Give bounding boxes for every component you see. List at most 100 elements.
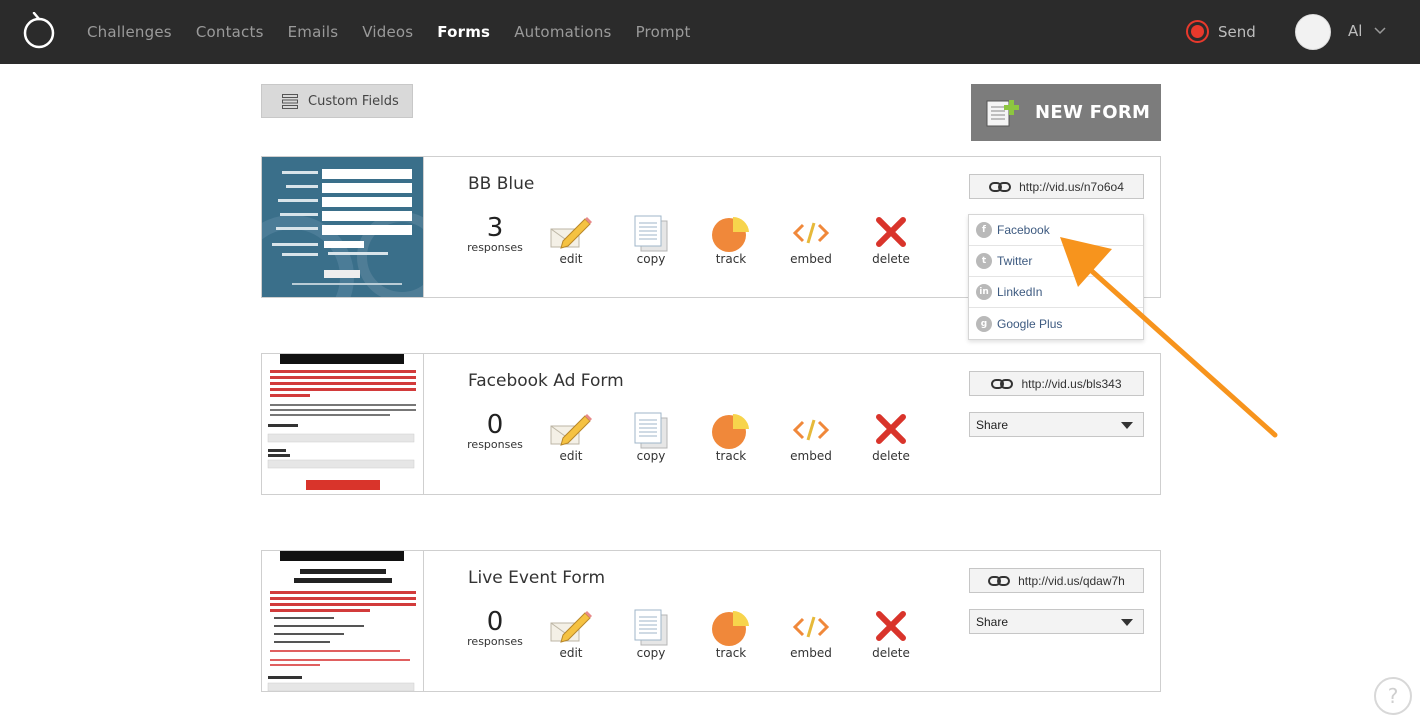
nav-forms[interactable]: Forms — [437, 23, 490, 41]
delete-x-icon — [876, 611, 906, 641]
delete-button[interactable]: delete — [861, 412, 921, 463]
track-button[interactable]: track — [701, 609, 761, 660]
delete-label: delete — [872, 646, 910, 660]
form-url: http://vid.us/bls343 — [1021, 376, 1122, 391]
share-twitter[interactable]: t Twitter — [969, 246, 1143, 277]
copy-label: copy — [636, 252, 666, 266]
embed-button[interactable]: embed — [781, 215, 841, 266]
responses-label: responses — [467, 635, 523, 648]
share-select-value: Share — [976, 615, 1009, 629]
track-button[interactable]: track — [701, 412, 761, 463]
link-icon — [988, 575, 1011, 586]
form-card-live-event: Live Event Form 0 responses edit copy tr… — [261, 550, 1161, 692]
link-icon — [989, 181, 1012, 192]
nav-emails[interactable]: Emails — [288, 23, 339, 41]
edit-label: edit — [559, 646, 583, 660]
form-thumbnail[interactable] — [262, 157, 424, 297]
pie-chart-icon — [712, 216, 749, 252]
share-facebook[interactable]: f Facebook — [969, 215, 1143, 246]
form-url-button[interactable]: http://vid.us/qdaw7h — [969, 568, 1144, 593]
embed-label: embed — [790, 449, 832, 463]
nav-challenges[interactable]: Challenges — [87, 23, 172, 41]
main-nav: Challenges Contacts Emails Videos Forms … — [87, 0, 715, 64]
app-logo-icon[interactable] — [22, 12, 56, 50]
embed-button[interactable]: embed — [781, 609, 841, 660]
code-icon — [792, 419, 830, 441]
send-label: Send — [1218, 22, 1256, 41]
edit-label: edit — [559, 252, 583, 266]
track-label: track — [715, 449, 747, 463]
responses-number: 0 — [486, 410, 504, 440]
top-nav-bar: Challenges Contacts Emails Videos Forms … — [0, 0, 1420, 64]
form-url-button[interactable]: http://vid.us/n7o6o4 — [969, 174, 1144, 199]
list-icon — [282, 93, 298, 109]
new-form-button[interactable]: NEW FORM — [971, 84, 1161, 141]
copy-button[interactable]: copy — [621, 609, 681, 660]
dropdown-arrow-icon — [1121, 619, 1133, 626]
responses-count[interactable]: 0 responses — [467, 609, 523, 648]
form-preview-image — [262, 157, 423, 297]
custom-fields-button[interactable]: Custom Fields — [261, 84, 413, 118]
share-select[interactable]: Share — [969, 412, 1144, 437]
copy-button[interactable]: copy — [621, 215, 681, 266]
form-preview-image — [262, 551, 423, 691]
edit-button[interactable]: edit — [541, 609, 601, 660]
record-icon — [1186, 20, 1209, 43]
delete-label: delete — [872, 252, 910, 266]
responses-number: 0 — [486, 607, 504, 637]
share-linkedin[interactable]: in LinkedIn — [969, 277, 1143, 308]
delete-button[interactable]: delete — [861, 215, 921, 266]
copy-document-icon — [634, 412, 668, 449]
facebook-icon: f — [976, 222, 992, 238]
send-button[interactable]: Send — [1186, 20, 1256, 43]
form-thumbnail[interactable] — [262, 354, 424, 494]
delete-label: delete — [872, 449, 910, 463]
share-linkedin-label: LinkedIn — [997, 285, 1043, 299]
share-google-plus[interactable]: g Google Plus — [969, 308, 1143, 339]
delete-x-icon — [876, 217, 906, 247]
form-title[interactable]: BB Blue — [468, 174, 534, 194]
form-title[interactable]: Live Event Form — [468, 568, 605, 588]
form-thumbnail[interactable] — [262, 551, 424, 691]
responses-label: responses — [467, 438, 523, 451]
form-url: http://vid.us/n7o6o4 — [1019, 179, 1124, 194]
nav-prompt[interactable]: Prompt — [636, 23, 691, 41]
edit-label: edit — [559, 449, 583, 463]
share-dropdown-menu: f Facebook t Twitter in LinkedIn g Googl… — [968, 214, 1144, 340]
embed-label: embed — [790, 646, 832, 660]
form-url-button[interactable]: http://vid.us/bls343 — [969, 371, 1144, 396]
share-twitter-label: Twitter — [997, 254, 1033, 268]
track-button[interactable]: track — [701, 215, 761, 266]
share-facebook-label: Facebook — [997, 223, 1050, 237]
chevron-down-icon — [1374, 27, 1386, 35]
pencil-envelope-icon — [550, 611, 592, 643]
edit-button[interactable]: edit — [541, 215, 601, 266]
responses-count[interactable]: 0 responses — [467, 412, 523, 451]
dropdown-arrow-icon — [1121, 422, 1133, 429]
pencil-envelope-icon — [550, 414, 592, 446]
form-url: http://vid.us/qdaw7h — [1018, 573, 1125, 588]
responses-count[interactable]: 3 responses — [467, 215, 523, 254]
copy-label: copy — [636, 646, 666, 660]
delete-button[interactable]: delete — [861, 609, 921, 660]
nav-contacts[interactable]: Contacts — [196, 23, 264, 41]
track-label: track — [715, 646, 747, 660]
new-form-label: NEW FORM — [1035, 102, 1151, 123]
responses-label: responses — [467, 241, 523, 254]
user-name: Al — [1348, 22, 1363, 40]
nav-automations[interactable]: Automations — [514, 23, 611, 41]
copy-document-icon — [634, 215, 668, 252]
embed-button[interactable]: embed — [781, 412, 841, 463]
share-select[interactable]: Share — [969, 609, 1144, 634]
form-title[interactable]: Facebook Ad Form — [468, 371, 624, 391]
copy-label: copy — [636, 449, 666, 463]
avatar[interactable] — [1295, 14, 1331, 50]
share-select-value: Share — [976, 418, 1009, 432]
nav-videos[interactable]: Videos — [362, 23, 413, 41]
custom-fields-label: Custom Fields — [308, 93, 399, 109]
help-button[interactable]: ? — [1374, 677, 1412, 715]
edit-button[interactable]: edit — [541, 412, 601, 463]
twitter-icon: t — [976, 253, 992, 269]
copy-button[interactable]: copy — [621, 412, 681, 463]
user-menu[interactable]: Al — [1348, 22, 1386, 40]
